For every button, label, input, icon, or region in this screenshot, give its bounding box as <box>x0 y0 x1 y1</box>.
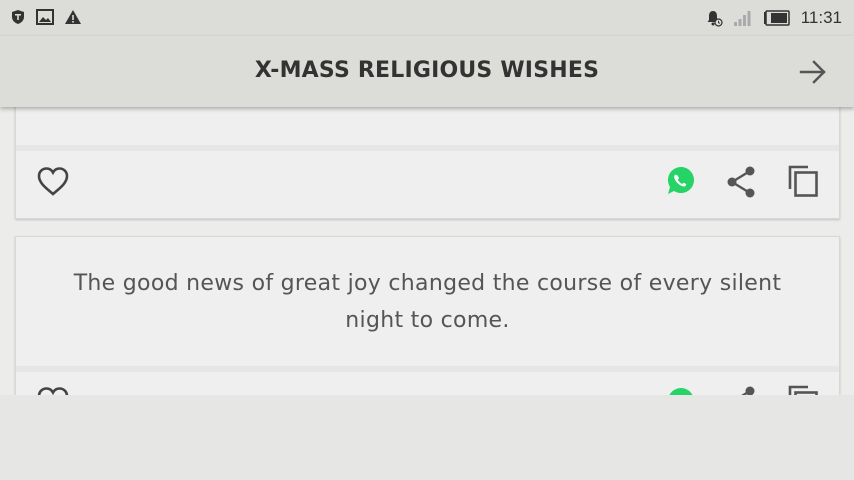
battery-icon <box>763 10 790 26</box>
warning-icon <box>65 10 81 24</box>
heart-icon[interactable] <box>36 165 70 199</box>
page-title: X-MASS RELIGIOUS WISHES <box>254 58 600 83</box>
wish-card: The good news of great joy changed the c… <box>15 236 840 395</box>
signal-icon <box>733 11 751 26</box>
card-divider <box>16 366 839 372</box>
whatsapp-icon[interactable] <box>663 385 697 395</box>
status-left-icons <box>10 9 82 25</box>
shield-icon <box>12 10 24 24</box>
status-time: 11:31 <box>800 8 842 27</box>
image-icon <box>36 9 54 25</box>
copy-icon[interactable] <box>786 384 820 395</box>
wish-card <box>15 107 840 219</box>
arrow-right-icon[interactable] <box>798 57 828 87</box>
status-bar: 11:31 <box>0 0 854 36</box>
app-bar: X-MASS RELIGIOUS WISHES <box>0 36 854 107</box>
heart-icon[interactable] <box>36 385 70 395</box>
wish-text: The good news of great joy changed the c… <box>73 271 782 333</box>
share-icon[interactable] <box>724 385 758 395</box>
card-divider <box>16 145 839 151</box>
empty-bottom-area <box>0 395 854 480</box>
copy-icon[interactable] <box>786 164 820 198</box>
share-icon[interactable] <box>724 165 758 199</box>
alarm-bell-icon <box>707 11 723 27</box>
wishes-list[interactable]: The good news of great joy changed the c… <box>0 107 854 395</box>
whatsapp-icon[interactable] <box>663 164 697 198</box>
status-right-icons: 11:31 <box>705 8 842 28</box>
